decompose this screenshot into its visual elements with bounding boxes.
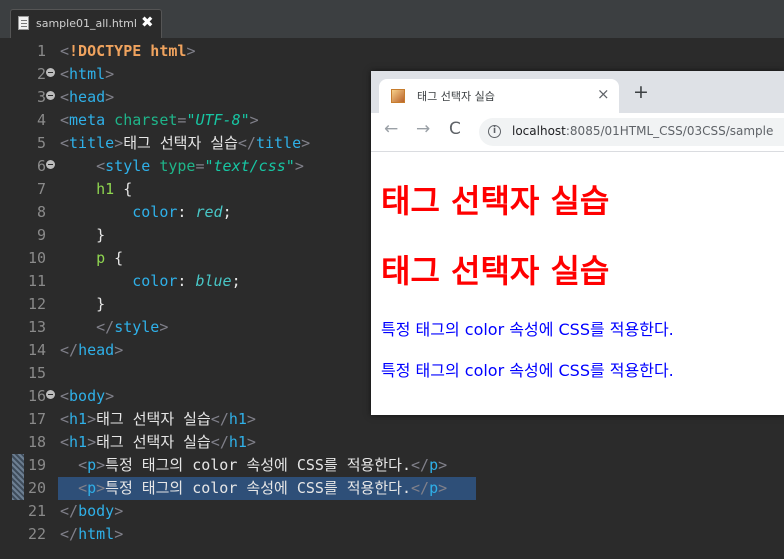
code-text: color: red; [132, 203, 232, 221]
code-text: p { [96, 249, 124, 267]
rendered-heading-1: 태그 선택자 실습 [381, 182, 610, 220]
line-number: 5 [36, 134, 46, 152]
page-content: 태그 선택자 실습 태그 선택자 실습 특정 태그의 color 속성에 CSS… [371, 152, 784, 415]
reload-icon[interactable]: C [449, 119, 461, 139]
line-number: 22 [27, 525, 46, 543]
code-text: <h1>태그 선택자 실습</h1> [60, 433, 256, 451]
new-tab-icon[interactable]: + [633, 81, 649, 103]
fold-icon[interactable] [46, 390, 55, 399]
line-number: 17 [27, 410, 46, 428]
code-text: </body> [60, 502, 124, 520]
browser-tab[interactable]: 태그 선택자 실습 × [379, 79, 619, 113]
code-text: } [96, 295, 106, 313]
code-line-20[interactable]: 20 <p>특정 태그의 color 속성에 CSS를 적용한다.</p> [0, 477, 784, 500]
fold-icon[interactable] [46, 91, 55, 100]
line-number: 9 [36, 226, 46, 244]
close-tab-icon[interactable]: × [597, 85, 610, 103]
code-line-22[interactable]: 22 </html> [0, 523, 784, 546]
line-number: 6 [36, 157, 46, 175]
browser-toolbar: ← → C i localhost:8085/01HTML_CSS/03CSS/… [371, 113, 784, 152]
fold-icon[interactable] [46, 68, 55, 77]
code-text: </style> [96, 318, 169, 336]
rendered-heading-2: 태그 선택자 실습 [381, 252, 610, 290]
code-text: <p>특정 태그의 color 속성에 CSS를 적용한다.</p> [78, 456, 448, 474]
line-number: 11 [27, 272, 46, 290]
line-number: 3 [36, 88, 46, 106]
url-path: :8085/01HTML_CSS/03CSS/sample [565, 124, 774, 138]
code-text: <title>태그 선택자 실습</title> [60, 134, 311, 152]
code-text: <!DOCTYPE html> [60, 42, 196, 60]
code-text: <head> [60, 88, 115, 106]
code-text: <h1>태그 선택자 실습</h1> [60, 410, 256, 428]
editor-tab-label: sample01_all.html [36, 17, 137, 30]
editor-tab-bar: sample01_all.html ✖ [0, 0, 784, 38]
code-line-18[interactable]: 18 <h1>태그 선택자 실습</h1> [0, 431, 784, 454]
code-text: <body> [60, 387, 115, 405]
code-text: } [96, 226, 106, 244]
code-text: color: blue; [132, 272, 241, 290]
rendered-paragraph-1: 특정 태그의 color 속성에 CSS를 적용한다. [381, 320, 674, 339]
line-number: 2 [36, 65, 46, 83]
code-line-21[interactable]: 21 </body> [0, 500, 784, 523]
browser-tab-title: 태그 선택자 실습 [417, 90, 495, 103]
line-number: 13 [27, 318, 46, 336]
code-text: </html> [60, 525, 124, 543]
forward-arrow-icon[interactable]: → [416, 119, 430, 139]
info-icon[interactable]: i [488, 125, 501, 138]
html-file-icon [18, 16, 29, 30]
address-bar[interactable]: i localhost:8085/01HTML_CSS/03CSS/sample [479, 118, 784, 146]
line-number: 14 [27, 341, 46, 359]
code-line-19[interactable]: 19 <p>특정 태그의 color 속성에 CSS를 적용한다.</p> [0, 454, 784, 477]
code-text: <p>특정 태그의 color 속성에 CSS를 적용한다.</p> [78, 479, 448, 497]
line-number: 16 [27, 387, 46, 405]
favicon-icon [391, 89, 405, 103]
line-number: 18 [27, 433, 46, 451]
line-number: 1 [36, 42, 46, 60]
line-number: 20 [27, 479, 46, 497]
code-text: <html> [60, 65, 115, 83]
back-arrow-icon[interactable]: ← [384, 119, 398, 139]
line-number: 21 [27, 502, 46, 520]
line-number: 7 [36, 180, 46, 198]
code-text: </head> [60, 341, 124, 359]
browser-tab-strip: 태그 선택자 실습 × + [371, 71, 784, 113]
url-host: localhost [512, 124, 566, 138]
line-number: 12 [27, 295, 46, 313]
code-text: h1 { [96, 180, 133, 198]
line-number: 15 [27, 364, 46, 382]
code-line-1[interactable]: 1 <!DOCTYPE html> [0, 40, 784, 63]
url-text: localhost:8085/01HTML_CSS/03CSS/sample [512, 124, 773, 138]
code-text: <style type="text/css"> [96, 157, 304, 175]
line-number: 19 [27, 456, 46, 474]
rendered-paragraph-2: 특정 태그의 color 속성에 CSS를 적용한다. [381, 361, 674, 380]
close-icon[interactable]: ✖ [141, 13, 154, 31]
browser-window: 태그 선택자 실습 × + ← → C i localhost:8085/01H… [371, 71, 784, 415]
line-number: 10 [27, 249, 46, 267]
line-number: 8 [36, 203, 46, 221]
line-number: 4 [36, 111, 46, 129]
editor-tab-sample01[interactable]: sample01_all.html ✖ [10, 9, 162, 38]
code-text: <meta charset="UTF-8"> [60, 111, 259, 129]
fold-icon[interactable] [46, 160, 55, 169]
